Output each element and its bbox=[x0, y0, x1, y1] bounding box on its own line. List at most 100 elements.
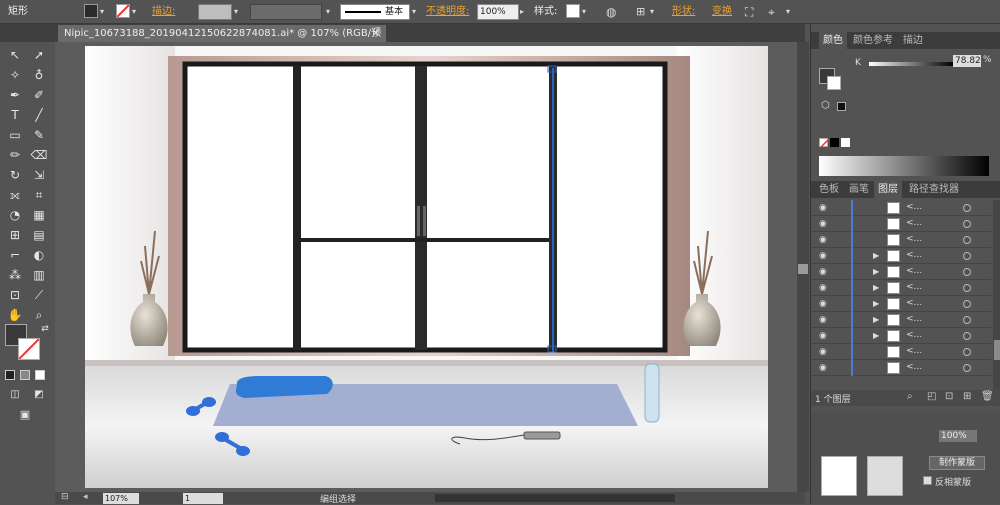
style-swatch[interactable] bbox=[566, 4, 580, 18]
page-field[interactable]: 1 bbox=[183, 493, 223, 504]
clipping-mask-icon[interactable]: ◰ bbox=[927, 391, 936, 402]
none-mode-icon[interactable] bbox=[35, 370, 45, 380]
width-tool-icon[interactable]: ⟗ bbox=[4, 186, 26, 204]
mesh-tool-icon[interactable]: ⊞ bbox=[4, 226, 26, 244]
black-swatch[interactable] bbox=[830, 138, 839, 147]
expand-triangle-icon[interactable]: ▶ bbox=[873, 251, 879, 260]
perspective-grid-icon[interactable]: ▦ bbox=[28, 206, 50, 224]
tab-color[interactable]: 颜色 bbox=[819, 32, 847, 49]
tab-brushes[interactable]: 画笔 bbox=[845, 181, 873, 198]
symbol-sprayer-icon[interactable]: ⁂ bbox=[4, 266, 26, 284]
recolor-artwork-icon[interactable]: ◍ bbox=[606, 4, 616, 20]
locate-object-icon[interactable]: ⌕ bbox=[907, 391, 913, 402]
expand-triangle-icon[interactable]: ▶ bbox=[873, 283, 879, 292]
transform-each-icon[interactable]: ⌖ bbox=[768, 4, 775, 20]
variable-width-dropdown[interactable] bbox=[250, 4, 322, 20]
shape-builder-icon[interactable]: ◔ bbox=[4, 206, 26, 224]
tab-layers[interactable]: 图层 bbox=[874, 181, 902, 198]
column-graph-icon[interactable]: ▥ bbox=[28, 266, 50, 284]
stroke-color-box[interactable] bbox=[827, 76, 841, 90]
chevron-down-icon[interactable]: ▾ bbox=[650, 4, 654, 20]
tab-swatches[interactable]: 色板 bbox=[815, 181, 843, 198]
none-swatch[interactable] bbox=[819, 138, 830, 149]
transparency-opacity-field[interactable]: 100% bbox=[939, 430, 977, 442]
white-swatch[interactable] bbox=[841, 138, 850, 147]
make-mask-button[interactable]: 制作蒙版 bbox=[929, 456, 985, 470]
layer-row[interactable]: ◉ ▶ <... bbox=[811, 296, 991, 312]
layer-row[interactable]: ◉ <... bbox=[811, 232, 991, 248]
paintbrush-icon[interactable]: ✎ bbox=[28, 126, 50, 144]
layer-row[interactable]: ◉ <... bbox=[811, 344, 991, 360]
swap-colors-icon[interactable]: ⇄ bbox=[34, 320, 56, 338]
target-icon[interactable] bbox=[963, 220, 971, 228]
tab-stroke[interactable]: 描边 bbox=[899, 32, 927, 49]
scale-tool-icon[interactable]: ⇲ bbox=[28, 166, 50, 184]
gradient-mode-icon[interactable] bbox=[20, 370, 30, 380]
eye-icon[interactable]: ◉ bbox=[819, 267, 829, 277]
layer-row[interactable]: ◉ <... bbox=[811, 360, 991, 376]
chevron-right-icon[interactable]: ▸ bbox=[520, 4, 524, 20]
target-icon[interactable] bbox=[963, 236, 971, 244]
eye-icon[interactable]: ◉ bbox=[819, 235, 829, 245]
draw-behind-icon[interactable]: ◩ bbox=[28, 386, 50, 404]
tab-color-guide[interactable]: 颜色参考 bbox=[849, 32, 897, 49]
type-tool-icon[interactable]: T bbox=[4, 106, 26, 124]
opacity-field[interactable]: 100% bbox=[477, 4, 519, 20]
eye-icon[interactable]: ◉ bbox=[819, 315, 829, 325]
fill-swatch[interactable] bbox=[84, 4, 98, 18]
invert-mask-checkbox[interactable] bbox=[923, 476, 932, 485]
pencil-icon[interactable]: ✏ bbox=[4, 146, 26, 164]
expand-triangle-icon[interactable]: ▶ bbox=[873, 315, 879, 324]
expand-triangle-icon[interactable]: ▶ bbox=[873, 267, 879, 276]
expand-triangle-icon[interactable]: ▶ bbox=[873, 331, 879, 340]
tab-pathfinder[interactable]: 路径查找器 bbox=[905, 181, 963, 198]
zoom-field[interactable]: 107% bbox=[103, 493, 139, 504]
eye-icon[interactable]: ◉ bbox=[819, 203, 829, 213]
hand-tool-icon[interactable]: ✋ bbox=[4, 306, 26, 324]
chevron-down-icon[interactable]: ▾ bbox=[786, 4, 790, 20]
eye-icon[interactable]: ◉ bbox=[819, 331, 829, 341]
chevron-down-icon[interactable]: ▾ bbox=[234, 4, 238, 20]
close-icon[interactable]: × bbox=[372, 25, 380, 42]
shape-label-link[interactable]: 形状: bbox=[672, 4, 695, 20]
color-spectrum[interactable] bbox=[819, 156, 989, 176]
scroll-thumb[interactable] bbox=[798, 264, 808, 274]
eye-icon[interactable]: ◉ bbox=[819, 363, 829, 373]
layer-row[interactable]: ◉ ▶ <... bbox=[811, 328, 991, 344]
eraser-icon[interactable]: ⌫ bbox=[28, 146, 50, 164]
isolate-icon[interactable]: ⛶ bbox=[745, 4, 753, 20]
k-value-field[interactable]: 78.82 bbox=[953, 55, 981, 67]
chevron-down-icon[interactable]: ▾ bbox=[582, 4, 586, 20]
brush-definition-dropdown[interactable]: 基本 bbox=[340, 4, 410, 20]
direct-selection-tool-icon[interactable]: ➚ bbox=[28, 46, 50, 64]
target-icon[interactable] bbox=[963, 348, 971, 356]
target-icon[interactable] bbox=[963, 300, 971, 308]
lasso-icon[interactable]: ♁ bbox=[28, 66, 50, 84]
stroke-label-link[interactable]: 描边: bbox=[152, 4, 175, 20]
target-icon[interactable] bbox=[963, 364, 971, 372]
artboard-tool-icon[interactable]: ⊡ bbox=[4, 286, 26, 304]
chevron-down-icon[interactable]: ▾ bbox=[132, 4, 136, 20]
prev-page-icon[interactable]: ◂ bbox=[83, 492, 88, 502]
chevron-down-icon[interactable]: ▾ bbox=[412, 4, 416, 20]
blend-tool-icon[interactable]: ◐ bbox=[28, 246, 50, 264]
gradient-tool-icon[interactable]: ▤ bbox=[28, 226, 50, 244]
pen-tool-icon[interactable]: ✒ bbox=[4, 86, 26, 104]
eye-icon[interactable]: ◉ bbox=[819, 299, 829, 309]
trash-icon[interactable]: 🗑 bbox=[981, 391, 994, 402]
chevron-down-icon[interactable]: ▾ bbox=[100, 4, 104, 20]
line-tool-icon[interactable]: ╱ bbox=[28, 106, 50, 124]
artboard-nav-icon[interactable]: ⊟ bbox=[61, 492, 69, 502]
layer-row[interactable]: ◉ <... bbox=[811, 216, 991, 232]
expand-triangle-icon[interactable]: ▶ bbox=[873, 299, 879, 308]
transform-label-link[interactable]: 变换 bbox=[712, 4, 732, 20]
color-mode-icon[interactable] bbox=[5, 370, 15, 380]
curvature-tool-icon[interactable]: ✐ bbox=[28, 86, 50, 104]
eye-icon[interactable]: ◉ bbox=[819, 251, 829, 261]
layer-row[interactable]: ◉ ▶ <... bbox=[811, 248, 991, 264]
selection-tool-icon[interactable]: ↖ bbox=[4, 46, 26, 64]
target-icon[interactable] bbox=[963, 268, 971, 276]
document-tab[interactable]: Nipic_10673188_20190412150622874081.ai* … bbox=[58, 25, 386, 56]
align-icon[interactable]: ⊞ bbox=[636, 4, 645, 20]
magic-wand-icon[interactable]: ✧ bbox=[4, 66, 26, 84]
